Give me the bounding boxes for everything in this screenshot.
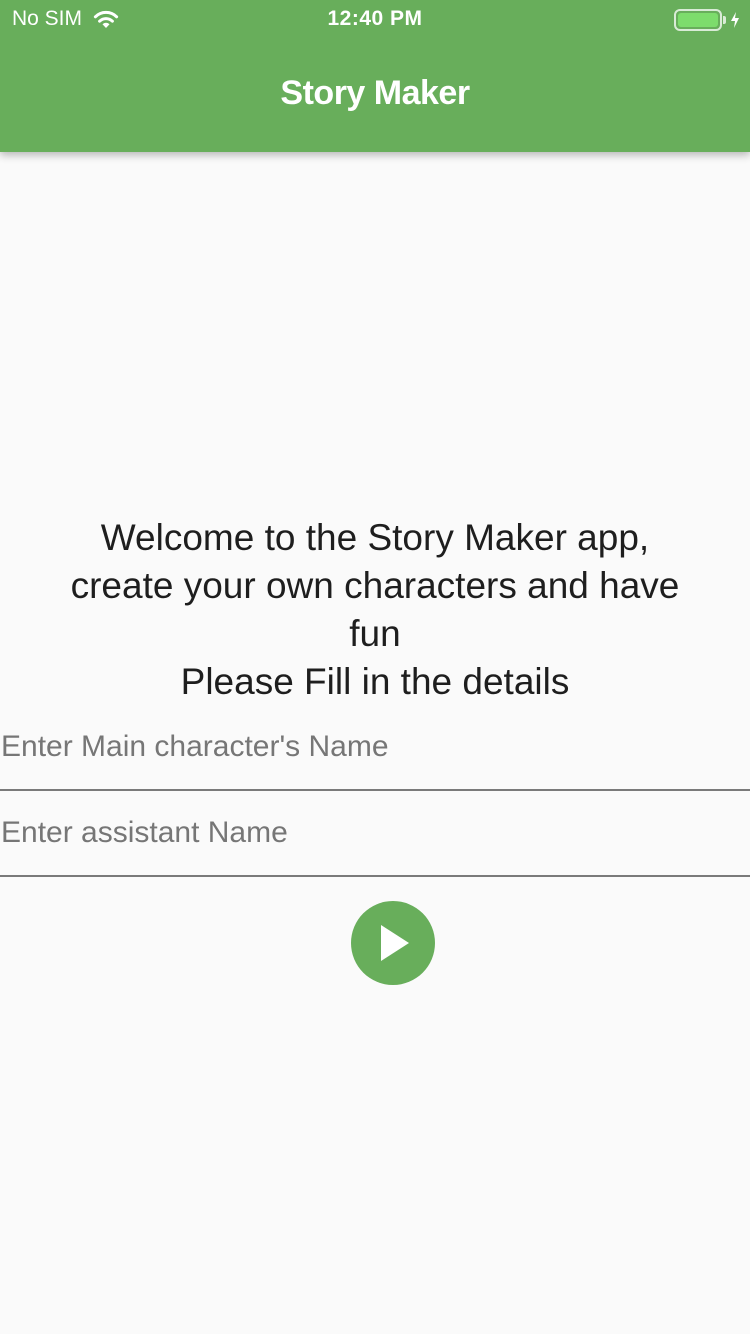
battery-cap <box>723 16 726 24</box>
header: No SIM 12:40 PM Story Maker <box>0 0 750 152</box>
play-icon <box>381 925 409 961</box>
play-button[interactable] <box>351 901 435 985</box>
app-bar: Story Maker <box>0 40 750 152</box>
battery-icon <box>674 9 722 31</box>
assistant-field <box>0 791 750 877</box>
status-bar: No SIM 12:40 PM <box>0 0 750 40</box>
status-time: 12:40 PM <box>327 7 423 30</box>
screen: No SIM 12:40 PM Story Maker Welcome to t… <box>0 0 750 1334</box>
main-character-field <box>0 705 750 791</box>
app-title: Story Maker <box>280 74 470 112</box>
battery-level <box>678 13 718 27</box>
status-right <box>674 9 740 31</box>
assistant-input[interactable] <box>0 791 750 875</box>
main-character-input[interactable] <box>0 705 750 789</box>
welcome-text: Welcome to the Story Maker app, create y… <box>70 517 680 702</box>
charging-bolt-icon <box>731 12 739 28</box>
